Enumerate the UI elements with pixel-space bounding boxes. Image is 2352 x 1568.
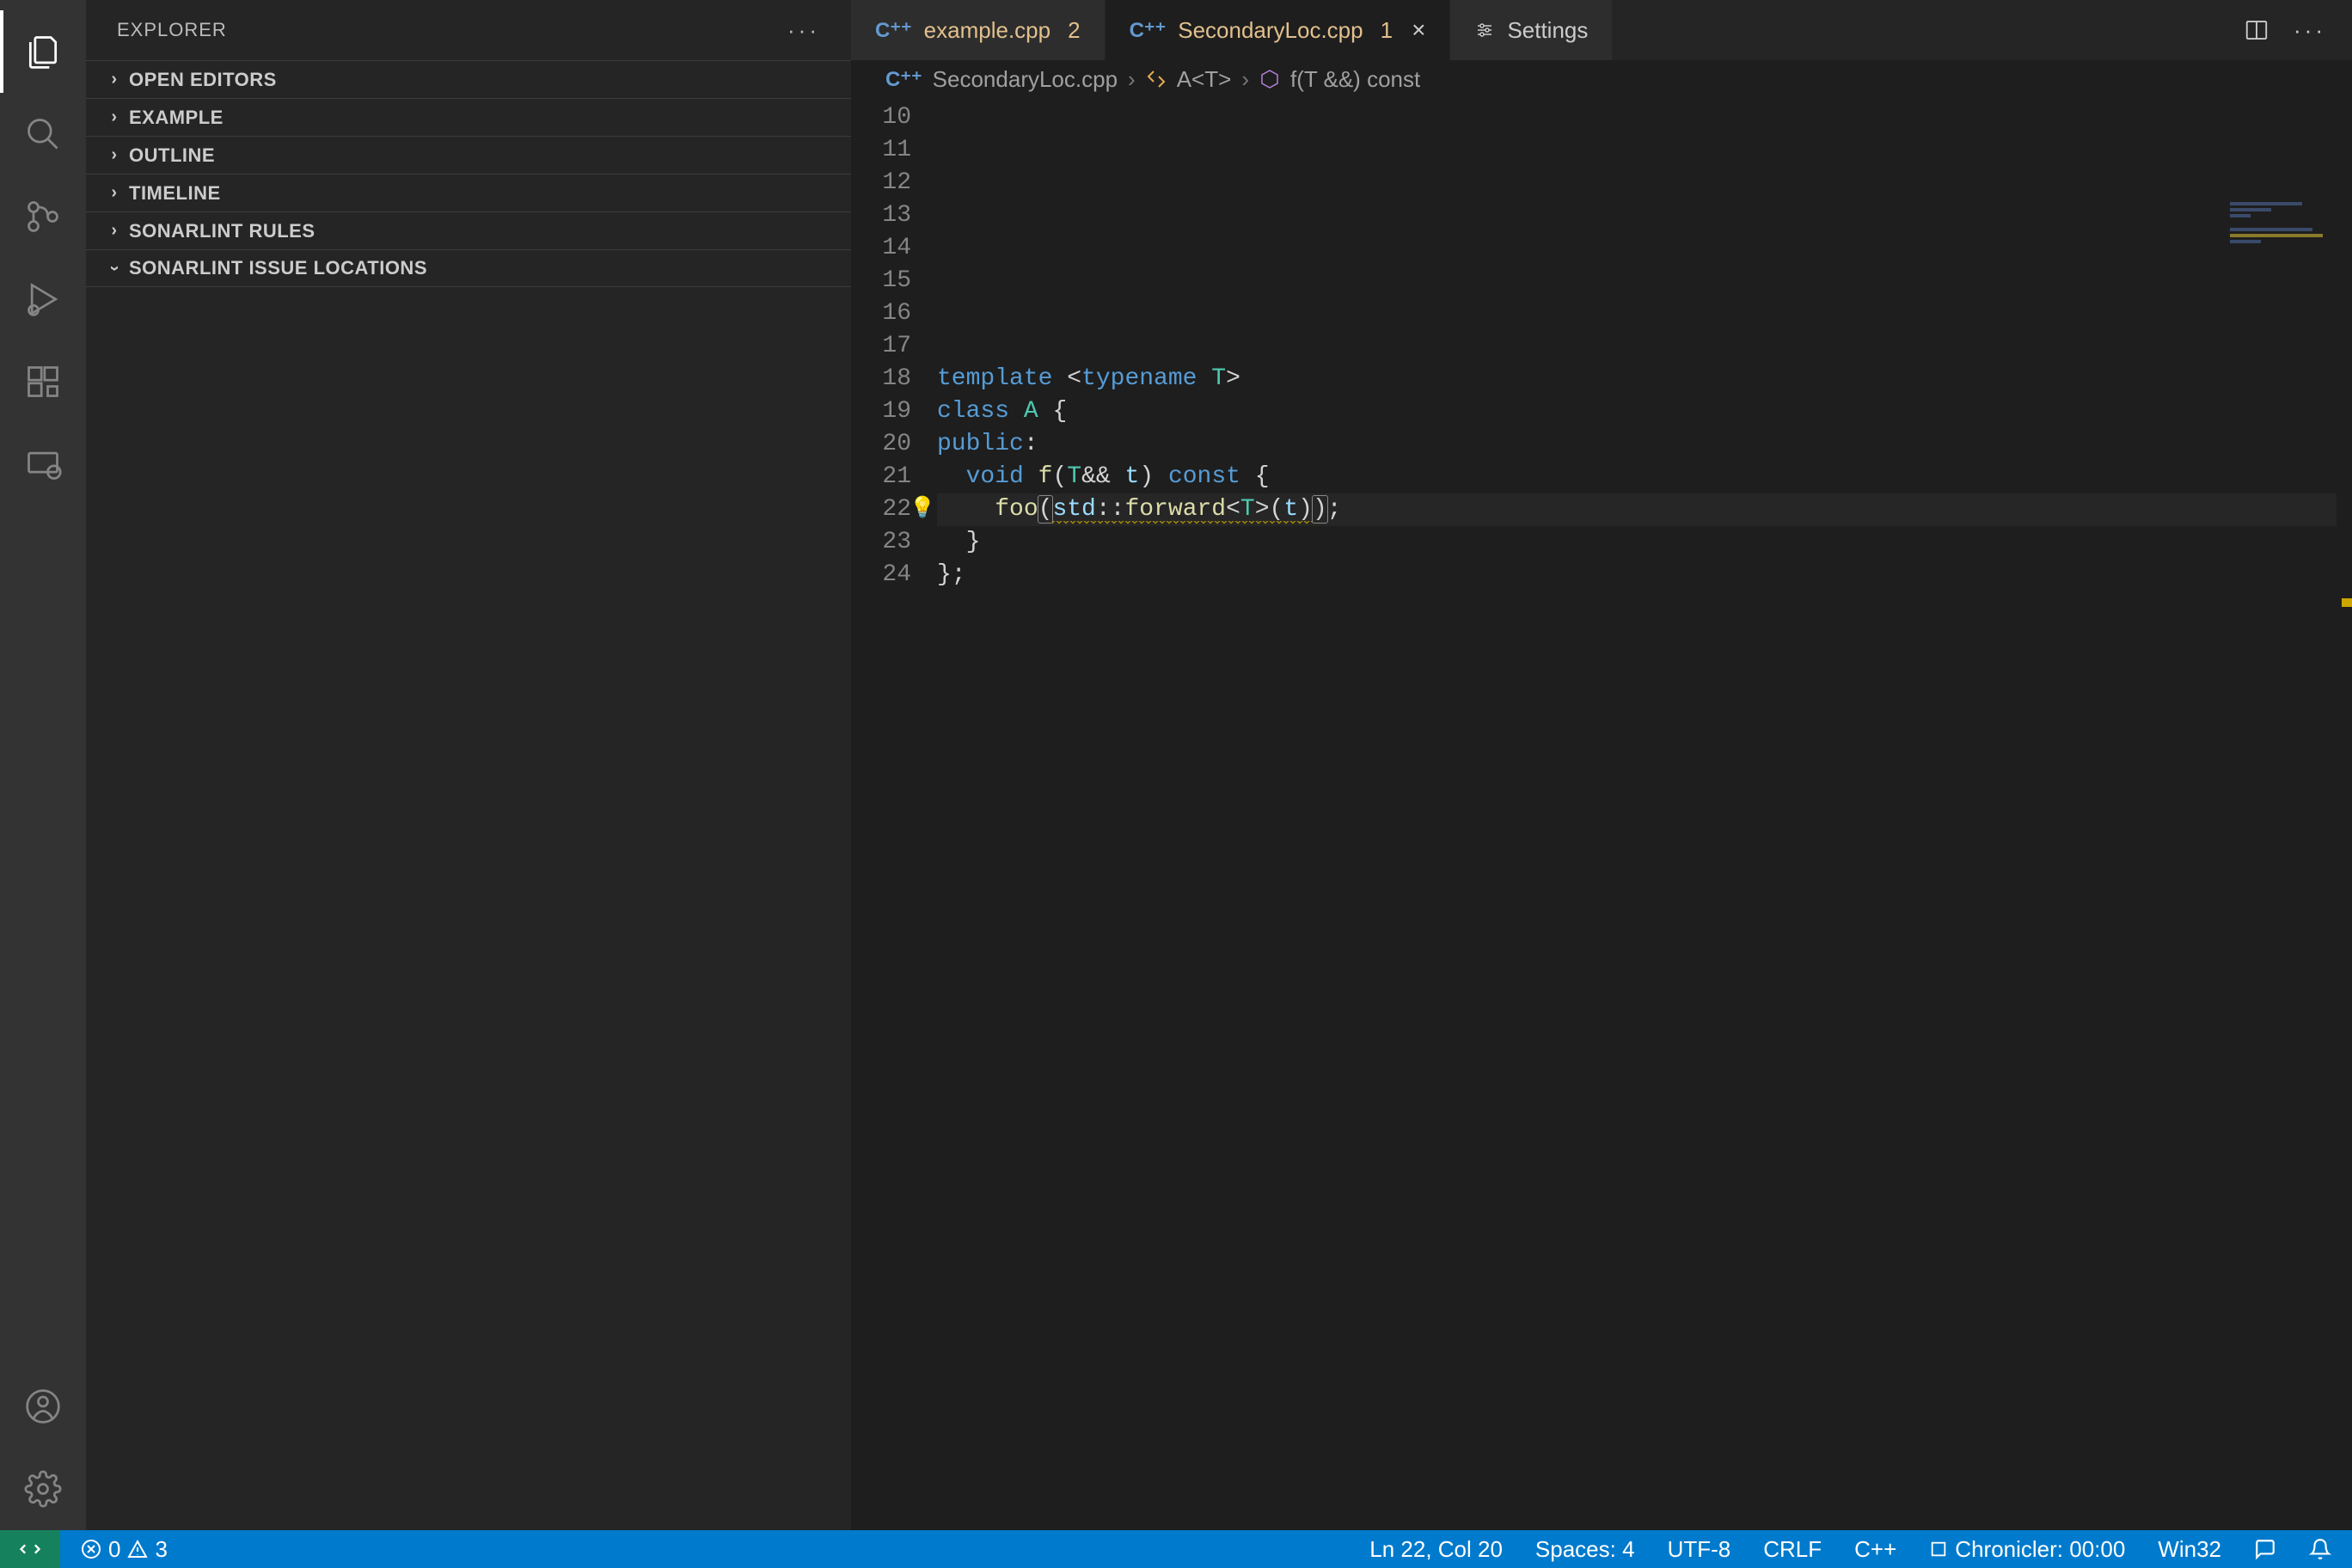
accounts-activity-icon[interactable] [0, 1365, 86, 1448]
editor-area: C⁺⁺ example.cpp 2 C⁺⁺ SecondaryLoc.cpp 1… [851, 0, 2352, 1530]
line-numbers: 101112131415161718192021222324 [851, 98, 937, 1530]
code-line[interactable]: 💡 foo(std::forward<T>(t)); [937, 493, 2352, 526]
code-line[interactable]: } [937, 526, 2352, 559]
tab-actions: ··· [2218, 0, 2352, 60]
code-line[interactable]: public: [937, 428, 2352, 461]
status-encoding[interactable]: UTF-8 [1663, 1536, 1736, 1563]
section-label: EXAMPLE [129, 107, 224, 129]
status-host[interactable]: Win32 [2153, 1536, 2226, 1563]
breadcrumb-class: A<T> [1177, 66, 1232, 93]
status-problems[interactable]: 0 3 [76, 1536, 173, 1563]
section-label: TIMELINE [129, 182, 221, 205]
sidebar: EXPLORER ··· › OPEN EDITORS › EXAMPLE › … [86, 0, 851, 1530]
status-bell-icon[interactable] [2304, 1538, 2337, 1560]
sidebar-header: EXPLORER ··· [86, 0, 851, 60]
debug-activity-icon[interactable] [0, 258, 86, 340]
chevron-right-icon: › [107, 70, 122, 89]
activity-bar [0, 0, 86, 1530]
sidebar-section-outline[interactable]: › OUTLINE [86, 136, 851, 174]
code-line[interactable] [937, 330, 2352, 363]
explorer-activity-icon[interactable] [0, 10, 86, 93]
class-icon [1146, 69, 1167, 89]
tab-bar: C⁺⁺ example.cpp 2 C⁺⁺ SecondaryLoc.cpp 1… [851, 0, 2352, 60]
status-language[interactable]: C++ [1849, 1536, 1902, 1563]
chevron-right-icon: › [107, 145, 122, 165]
status-bar: 0 3 Ln 22, Col 20 Spaces: 4 UTF-8 CRLF C… [0, 1530, 2352, 1568]
error-count: 0 [108, 1536, 120, 1563]
settings-activity-icon[interactable] [0, 1448, 86, 1530]
tab-settings[interactable]: Settings [1450, 0, 1613, 60]
sidebar-section-sonarlint-issues[interactable]: › SONARLINT ISSUE LOCATIONS [86, 249, 851, 287]
chevron-down-icon: › [105, 260, 125, 276]
tab-secondaryloc[interactable]: C⁺⁺ SecondaryLoc.cpp 1 × [1106, 0, 1451, 60]
extensions-activity-icon[interactable] [0, 340, 86, 423]
more-actions-icon[interactable]: ··· [2294, 17, 2326, 44]
code-line[interactable] [937, 167, 2352, 199]
minimap[interactable] [2230, 199, 2333, 260]
status-line-col[interactable]: Ln 22, Col 20 [1364, 1536, 1508, 1563]
tab-badge: 1 [1381, 17, 1393, 44]
cpp-file-icon: C⁺⁺ [875, 18, 912, 43]
code-line[interactable] [937, 232, 2352, 265]
code-line[interactable] [937, 265, 2352, 297]
code-line[interactable] [937, 101, 2352, 134]
sidebar-more-icon[interactable]: ··· [787, 17, 820, 44]
chevron-right-icon: › [107, 183, 122, 203]
status-eol[interactable]: CRLF [1758, 1536, 1827, 1563]
code-line[interactable]: void f(T&& t) const { [937, 461, 2352, 493]
section-label: OPEN EDITORS [129, 69, 277, 91]
section-label: OUTLINE [129, 144, 215, 167]
search-activity-icon[interactable] [0, 93, 86, 175]
sidebar-section-open-editors[interactable]: › OPEN EDITORS [86, 60, 851, 98]
code-line[interactable]: template <typename T> [937, 363, 2352, 395]
sidebar-section-example[interactable]: › EXAMPLE [86, 98, 851, 136]
code-line[interactable] [937, 297, 2352, 330]
settings-icon [1474, 20, 1495, 40]
overview-ruler[interactable] [2337, 196, 2352, 1530]
breadcrumb-sep: › [1241, 66, 1249, 93]
tab-example[interactable]: C⁺⁺ example.cpp 2 [851, 0, 1106, 60]
code-line[interactable] [937, 134, 2352, 167]
sidebar-section-sonarlint-rules[interactable]: › SONARLINT RULES [86, 211, 851, 249]
chevron-right-icon: › [107, 107, 122, 127]
source-control-activity-icon[interactable] [0, 175, 86, 258]
section-label: SONARLINT ISSUE LOCATIONS [129, 257, 427, 279]
remote-activity-icon[interactable] [0, 423, 86, 505]
warning-count: 3 [155, 1536, 167, 1563]
code-content[interactable]: template <typename T>class A {public: vo… [937, 98, 2352, 1530]
chevron-right-icon: › [107, 221, 122, 241]
sidebar-title: EXPLORER [117, 19, 227, 41]
cpp-file-icon: C⁺⁺ [1130, 18, 1167, 43]
split-editor-icon[interactable] [2244, 17, 2269, 43]
lightbulb-icon[interactable]: 💡 [910, 493, 935, 526]
breadcrumb[interactable]: C⁺⁺ SecondaryLoc.cpp › A<T> › f(T &&) co… [851, 60, 2352, 98]
tab-label: Settings [1507, 17, 1588, 44]
section-label: SONARLINT RULES [129, 220, 315, 242]
breadcrumb-file: SecondaryLoc.cpp [933, 66, 1118, 93]
status-feedback-icon[interactable] [2249, 1538, 2282, 1560]
remote-indicator[interactable] [0, 1530, 60, 1568]
tab-badge: 2 [1068, 17, 1080, 44]
tab-label: example.cpp [924, 17, 1050, 44]
cpp-file-icon: C⁺⁺ [885, 67, 922, 92]
status-chronicler[interactable]: Chronicler: 00:00 [1924, 1536, 2130, 1563]
code-line[interactable]: class A { [937, 395, 2352, 428]
status-spaces[interactable]: Spaces: 4 [1530, 1536, 1640, 1563]
code-line[interactable] [937, 199, 2352, 232]
tab-label: SecondaryLoc.cpp [1178, 17, 1363, 44]
method-icon [1259, 69, 1280, 89]
sidebar-section-timeline[interactable]: › TIMELINE [86, 174, 851, 211]
code-body[interactable]: 101112131415161718192021222324 template … [851, 98, 2352, 1530]
breadcrumb-method: f(T &&) const [1290, 66, 1420, 93]
code-line[interactable]: }; [937, 559, 2352, 591]
breadcrumb-sep: › [1128, 66, 1136, 93]
close-icon[interactable]: × [1412, 16, 1425, 44]
